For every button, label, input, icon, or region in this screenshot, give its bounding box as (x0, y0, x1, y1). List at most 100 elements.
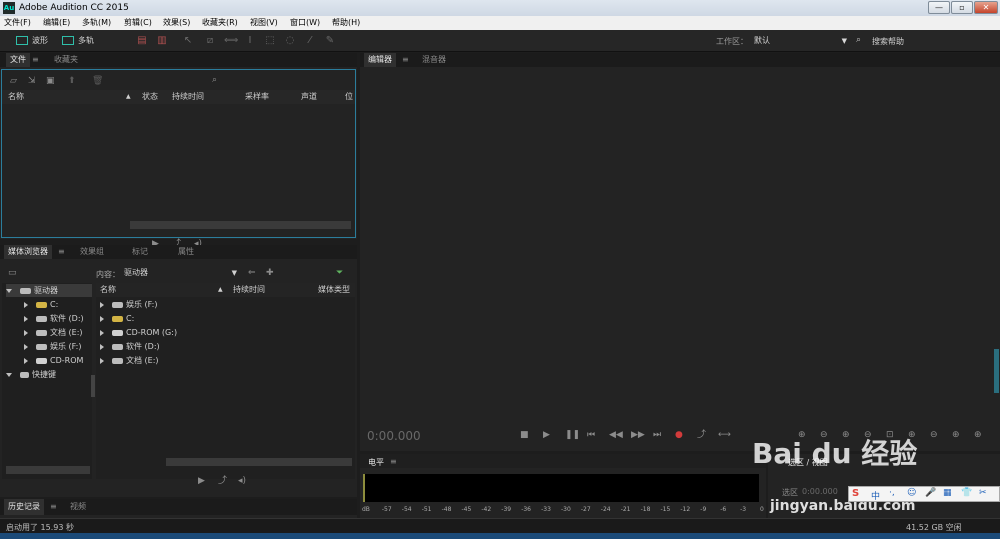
loop-icon[interactable]: ⤴ (218, 475, 227, 487)
fast-forward-icon[interactable]: ▶▶ (631, 429, 645, 441)
col-status[interactable]: 状态 (142, 90, 158, 104)
list-item[interactable]: 软件 (D:) (100, 340, 160, 353)
zoom-selection-icon[interactable]: ⊕ (952, 429, 960, 441)
search-help-input[interactable]: 搜索帮助 (872, 36, 904, 47)
tab-favorites[interactable]: 收藏夹 (50, 53, 82, 67)
close-button[interactable]: ✕ (974, 1, 998, 14)
list-horizontal-scrollbar[interactable] (166, 458, 352, 466)
auto-play-icon[interactable]: ◂) (238, 475, 246, 487)
level-panel-title[interactable]: 电平 (368, 457, 384, 468)
panel-menu-icon[interactable]: ≡ (32, 53, 39, 67)
tab-files[interactable]: 文件 (6, 53, 30, 67)
menu-view[interactable]: 视图(V) (250, 16, 278, 30)
play-icon[interactable]: ▶ (198, 475, 205, 487)
col-duration[interactable]: 持续时间 (172, 90, 204, 104)
open-file-icon[interactable]: ▱ (10, 75, 17, 87)
editor-vertical-scrollbar[interactable] (994, 349, 999, 393)
filter-icon[interactable]: ⏷ (336, 267, 343, 279)
punctuation-icon[interactable]: ·, (889, 488, 895, 498)
list-item[interactable]: C: (100, 312, 134, 325)
search-icon[interactable]: ⌕ (212, 74, 217, 86)
list-item[interactable]: CD-ROM (G:) (100, 326, 177, 339)
new-file-icon[interactable]: ▣ (46, 75, 55, 87)
menu-help[interactable]: 帮助(H) (332, 16, 360, 30)
brush-tool-icon[interactable]: ⁄ (304, 35, 316, 47)
tab-video[interactable]: 视频 (66, 499, 90, 515)
tab-editor[interactable]: 编辑器 (364, 53, 396, 67)
panel-menu-icon[interactable]: ≡ (58, 245, 65, 259)
tree-item[interactable]: 文档 (E:) (24, 326, 83, 339)
col-duration[interactable]: 持续时间 (233, 283, 265, 297)
minimize-button[interactable]: — (928, 1, 950, 14)
emoji-icon[interactable]: ☺ (907, 488, 916, 498)
menu-file[interactable]: 文件(F) (4, 16, 31, 30)
drive-icon[interactable]: ▭ (8, 267, 17, 279)
tree-item[interactable]: 娱乐 (F:) (24, 340, 81, 353)
pause-icon[interactable]: ❚❚ (565, 429, 580, 441)
tools-icon[interactable]: ✂ (979, 488, 987, 498)
maximize-button[interactable]: ▫ (951, 1, 973, 14)
zoom-to-selection-icon[interactable]: ⊕ (974, 429, 982, 441)
spectral-frequency-icon[interactable]: ▤ (136, 35, 148, 47)
waveform-view-button[interactable]: 波形 (16, 34, 48, 48)
delete-icon[interactable]: 🗑 (92, 75, 103, 87)
record-icon[interactable]: ● (675, 429, 683, 441)
workspace-dropdown[interactable]: 默认 ▼ (754, 34, 849, 48)
tree-item[interactable]: CD-ROM (24, 354, 83, 367)
tree-horizontal-scrollbar[interactable] (6, 466, 90, 474)
multitrack-view-button[interactable]: 多轨 (62, 34, 94, 48)
panel-menu-icon[interactable]: ≡ (390, 457, 397, 466)
keyboard-icon[interactable]: ▦ (943, 488, 952, 498)
col-name[interactable]: 名称 (100, 283, 116, 297)
col-bit[interactable]: 位 (345, 90, 353, 104)
menu-favorites[interactable]: 收藏夹(R) (202, 16, 238, 30)
tab-markers[interactable]: 标记 (128, 245, 152, 259)
insert-into-multitrack-icon[interactable]: ⬆ (68, 75, 76, 87)
menu-effects[interactable]: 效果(S) (163, 16, 190, 30)
panel-menu-icon[interactable]: ≡ (50, 499, 57, 515)
content-dropdown[interactable]: 驱动器 ▼ (124, 267, 240, 279)
stop-icon[interactable]: ■ (520, 429, 529, 441)
menu-clip[interactable]: 剪辑(C) (124, 16, 152, 30)
razor-tool-icon[interactable]: ⧄ (204, 35, 216, 47)
marquee-tool-icon[interactable]: ⬚ (264, 35, 276, 47)
list-item[interactable]: 文档 (E:) (100, 354, 159, 367)
ime-mode-button[interactable]: 中 (871, 489, 880, 502)
menu-edit[interactable]: 编辑(E) (43, 16, 70, 30)
tab-effects-rack[interactable]: 效果组 (76, 245, 108, 259)
list-item[interactable]: 娱乐 (F:) (100, 298, 157, 311)
tree-splitter[interactable] (91, 375, 95, 397)
tab-history[interactable]: 历史记录 (4, 499, 44, 515)
horizontal-scrollbar[interactable] (130, 221, 351, 229)
lasso-tool-icon[interactable]: ◌ (284, 35, 296, 47)
tree-item[interactable]: C: (24, 298, 58, 311)
col-sample-rate[interactable]: 采样率 (245, 90, 269, 104)
slip-tool-icon[interactable]: ⟺ (224, 35, 238, 47)
import-file-icon[interactable]: ⇲ (28, 75, 36, 87)
tree-item[interactable]: 软件 (D:) (24, 312, 84, 325)
move-tool-icon[interactable]: ↖ (182, 35, 194, 47)
col-channels[interactable]: 声道 (301, 90, 317, 104)
tab-media-browser[interactable]: 媒体浏览器 (4, 245, 52, 259)
menu-multitrack[interactable]: 多轨(M) (82, 16, 111, 30)
col-media-type[interactable]: 媒体类型 (318, 283, 350, 297)
skin-icon[interactable]: 👕 (961, 488, 972, 498)
rewind-icon[interactable]: ◀◀ (609, 429, 623, 441)
col-name[interactable]: 名称 (8, 90, 24, 104)
loop-playback-icon[interactable]: ⤴ (697, 429, 706, 441)
tab-properties[interactable]: 属性 (174, 245, 198, 259)
skip-to-end-icon[interactable]: ⏭ (653, 429, 661, 441)
back-arrow-icon[interactable]: ⇐ (248, 267, 256, 279)
tree-shortcuts[interactable]: 快捷键 (6, 368, 56, 381)
voice-icon[interactable]: 🎤 (925, 488, 936, 498)
menu-window[interactable]: 窗口(W) (290, 16, 320, 30)
spectral-pitch-icon[interactable]: ▥ (156, 35, 168, 47)
panel-menu-icon[interactable]: ≡ (402, 53, 409, 67)
skip-selection-icon[interactable]: ⟷ (718, 429, 731, 441)
add-shortcut-icon[interactable]: ✚ (266, 267, 274, 279)
tab-mixer[interactable]: 混音器 (418, 53, 450, 67)
spot-healing-tool-icon[interactable]: ✎ (324, 35, 336, 47)
time-selection-tool-icon[interactable]: I (244, 35, 256, 47)
skip-to-start-icon[interactable]: ⏮ (587, 429, 595, 441)
play-icon[interactable]: ▶ (543, 429, 550, 441)
